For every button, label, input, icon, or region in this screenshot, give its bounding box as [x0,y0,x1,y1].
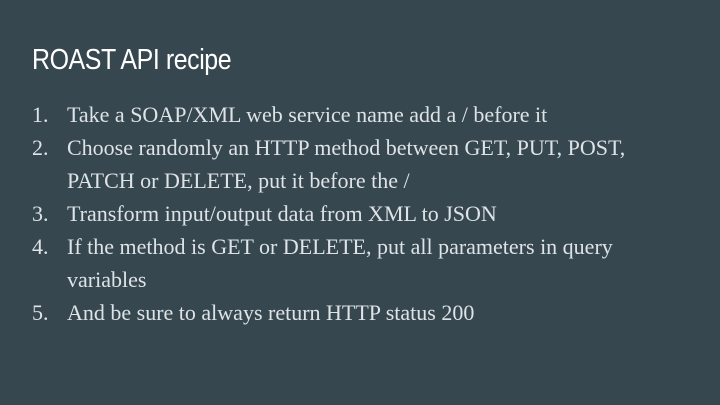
list-item: 2. Choose randomly an HTTP method betwee… [32,131,672,197]
step-text: Transform input/output data from XML to … [67,201,497,226]
recipe-step-list: 1. Take a SOAP/XML web service name add … [32,98,672,329]
slide-title: ROAST API recipe [32,44,232,76]
step-text: Take a SOAP/XML web service name add a /… [67,102,548,127]
slide: ROAST API recipe 1. Take a SOAP/XML web … [0,0,720,405]
step-text: And be sure to always return HTTP status… [67,300,475,325]
step-number: 3. [32,201,49,226]
list-item: 3. Transform input/output data from XML … [32,197,672,230]
step-number: 2. [32,135,49,160]
list-item: 5. And be sure to always return HTTP sta… [32,296,672,329]
step-text: If the method is GET or DELETE, put all … [67,234,613,292]
step-number: 5. [32,300,49,325]
list-item: 1. Take a SOAP/XML web service name add … [32,98,672,131]
step-text: Choose randomly an HTTP method between G… [67,135,626,193]
step-number: 1. [32,102,49,127]
list-item: 4. If the method is GET or DELETE, put a… [32,230,672,296]
step-number: 4. [32,234,49,259]
